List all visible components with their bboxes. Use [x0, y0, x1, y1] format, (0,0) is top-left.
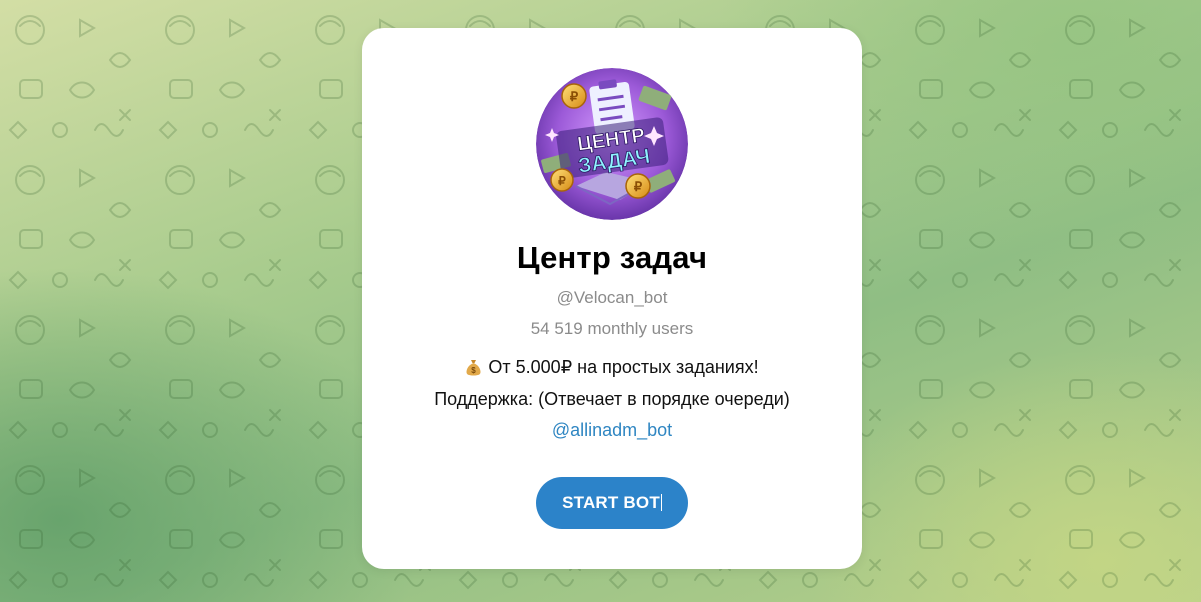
- start-bot-button[interactable]: START BOT: [536, 477, 688, 529]
- monthly-users-count: 54 519 monthly users: [530, 319, 694, 338]
- description-line-2: Поддержка: (Отвечает в порядке очереди): [434, 389, 790, 409]
- text-cursor: [660, 494, 662, 511]
- bot-username: @Velocan_bot: [556, 288, 668, 307]
- svg-text:₽: ₽: [558, 174, 566, 188]
- description-line-1-text: От 5.000₽ на простых заданиях!: [488, 357, 759, 377]
- bot-profile-card: ЦЕНТР ЗАДАЧ ₽ ₽ ₽ Центр задач @Velocan_b…: [362, 28, 862, 569]
- money-bag-icon: $: [466, 360, 481, 376]
- svg-text:₽: ₽: [570, 89, 579, 104]
- svg-text:$: $: [472, 366, 477, 375]
- svg-text:₽: ₽: [634, 179, 643, 194]
- bot-avatar: ЦЕНТР ЗАДАЧ ₽ ₽ ₽: [536, 68, 688, 220]
- description-line-1: $ От 5.000₽ на простых заданиях!: [362, 357, 862, 378]
- bot-name: Центр задач: [516, 240, 708, 275]
- support-link[interactable]: @allinadm_bot: [362, 420, 862, 441]
- start-bot-label: START BOT: [562, 493, 660, 512]
